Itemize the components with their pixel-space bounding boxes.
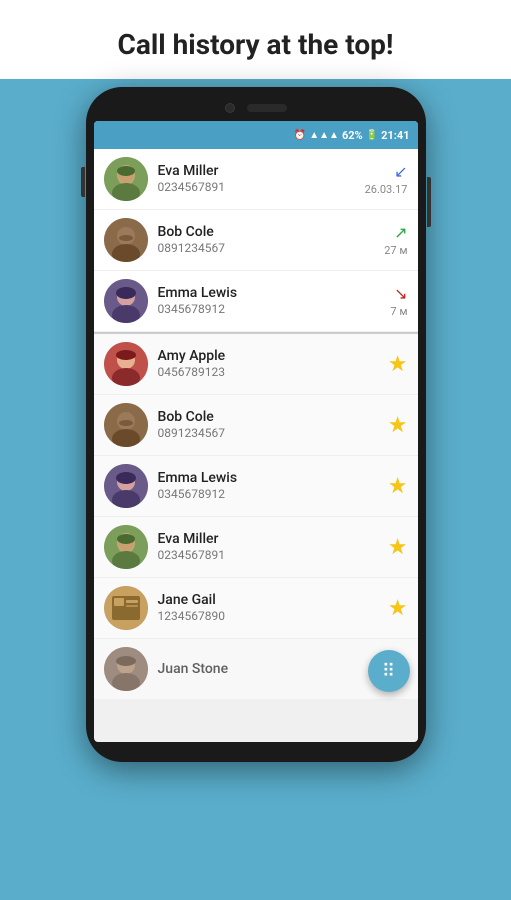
missed-call-icon: ↘ — [394, 284, 407, 303]
contact-info-eva-recent: Eva Miller 0234567891 — [158, 162, 348, 196]
favorite-star-icon: ★ — [388, 535, 408, 560]
outgoing-call-icon: ↗ — [394, 223, 407, 242]
dialpad-icon: ⠿ — [382, 661, 395, 682]
avatar-juan — [104, 647, 148, 691]
front-camera — [225, 103, 235, 113]
alarm-icon: ⏰ — [294, 130, 306, 141]
contact-number: 0456789123 — [158, 365, 378, 381]
call-duration: 27 м — [384, 244, 407, 257]
battery-text: 62% — [342, 129, 363, 142]
recent-calls-section: Eva Miller 0234567891 ↙ 26.03.17 — [94, 149, 418, 334]
favorite-emma[interactable]: Emma Lewis 0345678912 ★ — [94, 456, 418, 517]
contact-name: Eva Miller — [158, 530, 378, 548]
power-button — [427, 177, 431, 227]
avatar-emma-recent — [104, 279, 148, 323]
contact-number: 1234567890 — [158, 609, 378, 625]
call-meta-bob: ↗ 27 м — [358, 223, 408, 257]
favorite-star-icon: ★ — [388, 413, 408, 438]
contact-info-emma-fav: Emma Lewis 0345678912 — [158, 469, 378, 503]
favorite-star-icon: ★ — [388, 352, 408, 377]
call-meta-eva: ↙ 26.03.17 — [358, 162, 408, 196]
contact-name: Eva Miller — [158, 162, 348, 180]
signal-icon: ▲▲▲ — [309, 130, 339, 141]
contact-number: 0891234567 — [158, 241, 348, 257]
favorite-jane[interactable]: Jane Gail 1234567890 ★ — [94, 578, 418, 639]
status-bar: ⏰ ▲▲▲ 62% 🔋 21:41 — [94, 121, 418, 149]
dialpad-fab-button[interactable]: ⠿ — [368, 650, 410, 692]
contact-info-juan: Juan Stone — [158, 660, 378, 678]
phone-device: ⏰ ▲▲▲ 62% 🔋 21:41 — [86, 87, 426, 762]
phone-wrapper: ⏰ ▲▲▲ 62% 🔋 21:41 — [0, 79, 511, 900]
battery-icon: 🔋 — [366, 130, 378, 141]
avatar-eva-fav — [104, 525, 148, 569]
contact-info-emma-recent: Emma Lewis 0345678912 — [158, 284, 348, 318]
avatar-jane — [104, 586, 148, 630]
call-date: 26.03.17 — [365, 183, 408, 196]
recent-call-eva[interactable]: Eva Miller 0234567891 ↙ 26.03.17 — [94, 149, 418, 210]
contact-name: Emma Lewis — [158, 469, 378, 487]
incoming-call-icon: ↙ — [394, 162, 407, 181]
contact-number: 0234567891 — [158, 548, 378, 564]
contact-name: Bob Cole — [158, 223, 348, 241]
phone-top — [94, 99, 418, 121]
avatar-bob-recent — [104, 218, 148, 262]
contact-list: Eva Miller 0234567891 ↙ 26.03.17 — [94, 149, 418, 700]
contact-info-bob-fav: Bob Cole 0891234567 — [158, 408, 378, 442]
avatar-amy — [104, 342, 148, 386]
contact-name: Emma Lewis — [158, 284, 348, 302]
contact-name: Bob Cole — [158, 408, 378, 426]
call-meta-emma: ↘ 7 м — [358, 284, 408, 318]
contact-info-amy: Amy Apple 0456789123 — [158, 347, 378, 381]
favorites-section: Amy Apple 0456789123 ★ — [94, 334, 418, 700]
contact-name: Jane Gail — [158, 591, 378, 609]
contact-name: Juan Stone — [158, 660, 378, 678]
contact-number: 0234567891 — [158, 180, 348, 196]
favorite-star-icon: ★ — [388, 474, 408, 499]
recent-call-emma[interactable]: Emma Lewis 0345678912 ↘ 7 м — [94, 271, 418, 332]
favorite-bob[interactable]: Bob Cole 0891234567 ★ — [94, 395, 418, 456]
recent-call-bob[interactable]: Bob Cole 0891234567 ↗ 27 м — [94, 210, 418, 271]
time-display: 21:41 — [381, 129, 409, 142]
avatar-emma-fav — [104, 464, 148, 508]
contact-number: 0345678912 — [158, 487, 378, 503]
volume-button — [81, 167, 85, 197]
contact-number: 0345678912 — [158, 302, 348, 318]
phone-screen: ⏰ ▲▲▲ 62% 🔋 21:41 — [94, 121, 418, 742]
status-icons: ⏰ ▲▲▲ 62% 🔋 21:41 — [294, 129, 410, 142]
contact-name: Amy Apple — [158, 347, 378, 365]
avatar-bob-fav — [104, 403, 148, 447]
favorite-eva[interactable]: Eva Miller 0234567891 ★ — [94, 517, 418, 578]
favorite-star-icon: ★ — [388, 596, 408, 621]
contact-number: 0891234567 — [158, 426, 378, 442]
contact-info-eva-fav: Eva Miller 0234567891 — [158, 530, 378, 564]
earpiece-speaker — [247, 104, 287, 112]
page-title: Call history at the top! — [0, 0, 511, 79]
avatar-eva-recent — [104, 157, 148, 201]
contact-info-jane: Jane Gail 1234567890 — [158, 591, 378, 625]
contact-info-bob-recent: Bob Cole 0891234567 — [158, 223, 348, 257]
call-duration: 7 м — [390, 305, 407, 318]
favorite-amy[interactable]: Amy Apple 0456789123 ★ — [94, 334, 418, 395]
